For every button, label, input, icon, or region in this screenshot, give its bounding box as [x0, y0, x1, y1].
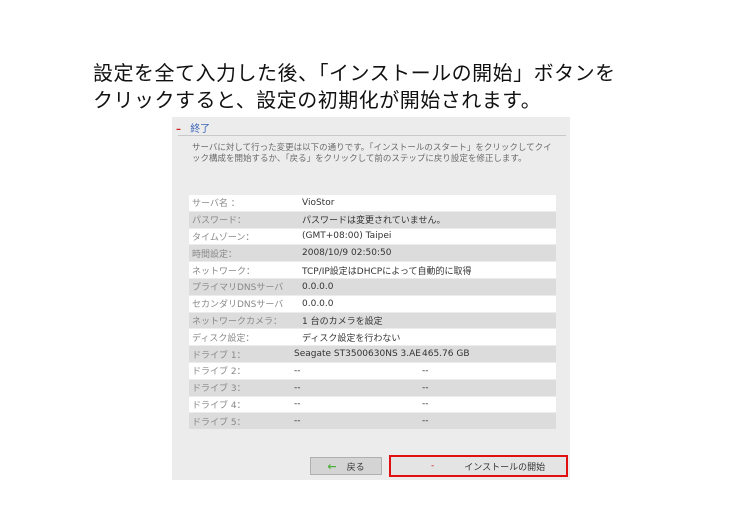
- drive-model: --: [294, 365, 301, 376]
- row-value: ディスク設定を行わない: [302, 333, 401, 344]
- drive-value: -- --: [294, 366, 556, 376]
- drive-label: ドライブ 4：: [192, 400, 246, 411]
- drive-row: ドライブ 2： -- --: [189, 362, 556, 380]
- dash-icon: -: [431, 461, 435, 471]
- row-value: TCP/IP設定はDHCPによって自動的に取得: [302, 266, 472, 277]
- panel-header[interactable]: – 終了: [176, 120, 210, 135]
- row-value: 0.0.0.0: [302, 281, 334, 292]
- row-value: 2008/10/9 02:50:50: [302, 248, 392, 259]
- drive-value: -- --: [294, 416, 556, 426]
- row-label: ディスク設定：: [192, 333, 255, 344]
- drive-size: --: [422, 399, 429, 410]
- minus-icon[interactable]: –: [176, 124, 181, 135]
- drive-label: ドライブ 1：: [192, 350, 246, 361]
- divider: [178, 135, 566, 136]
- panel-title: 終了: [190, 124, 211, 135]
- drive-model: --: [294, 416, 301, 427]
- table-row: セカンダリDNSサーバ 0.0.0.0: [189, 295, 556, 313]
- drive-row: ドライブ 1： Seagate ST3500630NS 3.AE465.76 G…: [189, 346, 556, 363]
- finish-panel: – 終了 サーバに対して行った変更は以下の通りです。「インストールのスタート」を…: [172, 117, 570, 480]
- drive-size: --: [422, 416, 429, 427]
- row-label: セカンダリDNSサーバ: [192, 300, 284, 311]
- table-row: タイムゾーン： (GMT+08:00) Taipei: [189, 228, 556, 246]
- start-install-button[interactable]: - インストールの開始: [389, 455, 568, 477]
- table-row: ネットワークカメラ： 1 台のカメラを設定: [189, 312, 556, 330]
- row-value: VioStor: [302, 197, 335, 208]
- back-button-label: 戻る: [346, 462, 365, 473]
- drive-size: --: [422, 365, 429, 376]
- start-install-label: インストールの開始: [464, 462, 546, 473]
- row-value: (GMT+08:00) Taipei: [302, 231, 392, 242]
- row-label: タイムゾーン：: [192, 232, 255, 243]
- row-label: 時間設定：: [192, 249, 238, 260]
- table-row: パスワード： パスワードは変更されていません。: [189, 211, 556, 229]
- drive-value: Seagate ST3500630NS 3.AE465.76 GB: [294, 349, 556, 359]
- table-row: サーバ名 ： VioStor: [189, 195, 556, 212]
- table-row: ネットワーク： TCP/IP設定はDHCPによって自動的に取得: [189, 262, 556, 279]
- row-label: パスワード：: [192, 216, 247, 227]
- arrow-left-icon: ←: [327, 459, 337, 473]
- drive-label: ドライブ 5：: [192, 417, 246, 428]
- instruction-line-2: クリックすると、設定の初期化が開始されます。: [93, 88, 542, 112]
- row-value: 1 台のカメラを設定: [302, 316, 383, 327]
- drive-model: --: [294, 382, 301, 393]
- drive-label: ドライブ 3：: [192, 384, 246, 395]
- table-row: プライマリDNSサーバ 0.0.0.0: [189, 278, 556, 296]
- row-value: パスワードは変更されていません。: [302, 216, 446, 227]
- panel-description: サーバに対して行った変更は以下の通りです。「インストールのスタート」をクリックし…: [192, 143, 552, 164]
- drive-row: ドライブ 5： -- --: [189, 413, 556, 431]
- row-label: プライマリDNSサーバ: [192, 283, 284, 294]
- drive-size: 465.76 GB: [422, 349, 470, 360]
- row-label: ネットワーク：: [192, 266, 256, 277]
- row-label: ネットワークカメラ：: [192, 316, 283, 327]
- drive-row: ドライブ 3： -- --: [189, 379, 556, 397]
- row-value: 0.0.0.0: [302, 298, 334, 309]
- table-row: ディスク設定： ディスク設定を行わない: [189, 329, 556, 347]
- drive-value: -- --: [294, 383, 556, 393]
- drive-label: ドライブ 2：: [192, 367, 246, 378]
- instruction-line-1: 設定を全て入力した後、「インストールの開始」ボタンを: [93, 61, 616, 85]
- back-button[interactable]: ← 戻る: [310, 457, 382, 475]
- drive-value: -- --: [294, 399, 556, 409]
- drive-row: ドライブ 4： -- --: [189, 396, 556, 414]
- drive-model: Seagate ST3500630NS 3.AE: [294, 349, 421, 360]
- instruction-text: 設定を全て入力した後、「インストールの開始」ボタンを クリックすると、設定の初期…: [93, 60, 733, 114]
- drive-size: --: [422, 382, 429, 393]
- summary-table: サーバ名 ： VioStor パスワード： パスワードは変更されていません。 タ…: [189, 195, 556, 431]
- row-label: サーバ名 ：: [192, 199, 240, 210]
- table-row: 時間設定： 2008/10/9 02:50:50: [189, 245, 556, 263]
- drive-model: --: [294, 399, 301, 410]
